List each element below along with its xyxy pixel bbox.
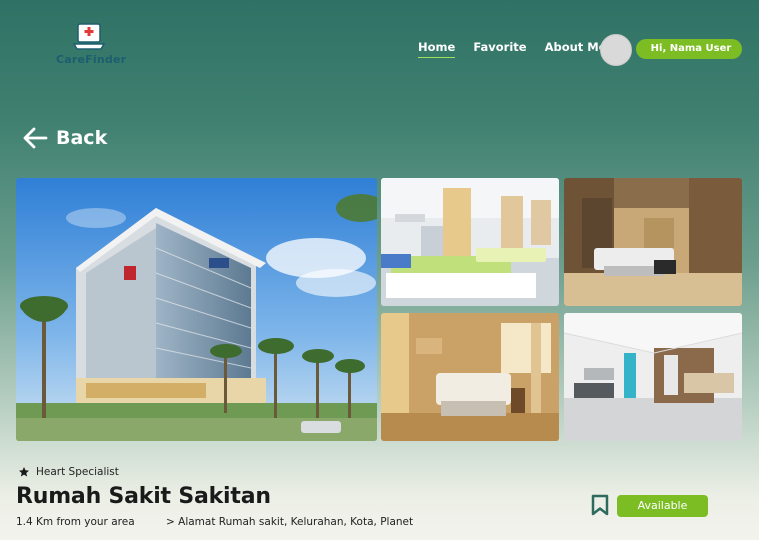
hospital-building-photo[interactable] — [16, 178, 377, 441]
nav-favorite[interactable]: Favorite — [473, 40, 526, 58]
arrow-left-icon — [23, 127, 48, 149]
suite-room-photo[interactable] — [381, 313, 559, 441]
user-greeting-button[interactable]: Hi, Nama User — [636, 39, 742, 59]
hospital-name: Rumah Sakit Sakitan — [16, 484, 271, 509]
patient-ward-photo[interactable] — [381, 178, 559, 306]
brand-logo[interactable]: CareFinder — [56, 22, 127, 66]
star-icon — [19, 467, 29, 477]
nav-home[interactable]: Home — [418, 40, 456, 58]
bookmark-button[interactable] — [591, 494, 609, 520]
specialty-row: Heart Specialist — [18, 466, 119, 478]
brand-name: CareFinder — [56, 53, 127, 66]
nav-about-me[interactable]: About Me — [545, 40, 607, 58]
bookmark-icon — [591, 494, 609, 516]
address-text: > Alamat Rumah sakit, Kelurahan, Kota, P… — [166, 516, 414, 528]
private-room-photo[interactable] — [564, 178, 742, 306]
status-badge: Available — [617, 495, 708, 517]
main-nav: Home Favorite About Me — [418, 40, 607, 58]
lobby-photo[interactable] — [564, 313, 742, 441]
laptop-medical-icon — [72, 23, 106, 50]
specialty-label: Heart Specialist — [36, 466, 119, 478]
back-button[interactable]: Back — [22, 126, 107, 150]
back-label: Back — [56, 127, 108, 149]
distance-text: 1.4 Km from your area — [16, 516, 135, 528]
user-avatar[interactable] — [600, 34, 632, 66]
